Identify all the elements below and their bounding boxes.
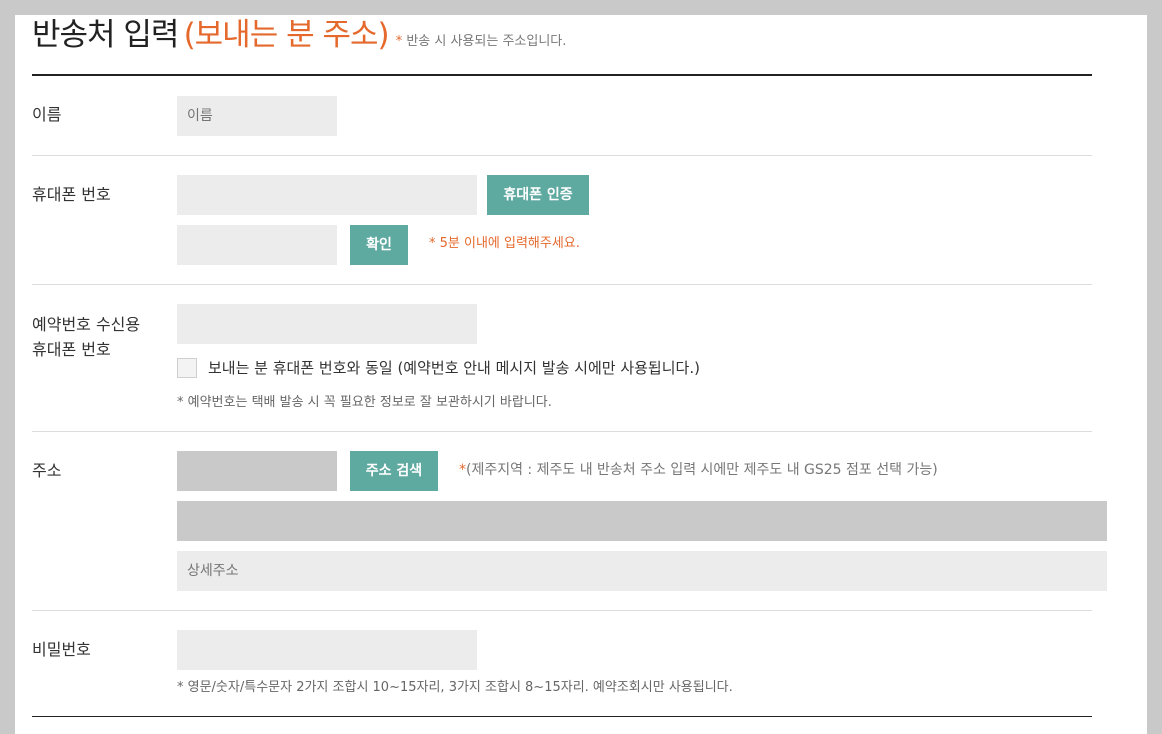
password-label: 비밀번호	[32, 640, 91, 659]
row-divider	[32, 431, 1092, 432]
reservation-phone-label-line2: 휴대폰 번호	[32, 340, 111, 359]
name-label: 이름	[32, 105, 62, 124]
title-note: * 반송 시 사용되는 주소입니다.	[396, 34, 567, 49]
required-star: *	[459, 462, 466, 478]
timer-note: * 5분 이내에 입력해주세요.	[429, 236, 580, 251]
phone-input[interactable]	[177, 175, 477, 215]
reservation-phone-input[interactable]	[177, 304, 477, 344]
same-as-sender-label[interactable]: 보내는 분 휴대폰 번호와 동일 (예약번호 안내 메시지 발송 시에만 사용됩…	[208, 357, 700, 379]
header-divider	[32, 74, 1092, 76]
page-subtitle: (보내는 분 주소)	[183, 17, 390, 53]
reservation-note: * 예약번호는 택배 발송 시 꼭 필요한 정보로 잘 보관하시기 바랍니다.	[177, 395, 552, 410]
same-as-sender-checkbox[interactable]	[177, 358, 197, 378]
jeju-note-text: (제주지역 : 제주도 내 반송처 주소 입력 시에만 제주도 내 GS25 점…	[466, 462, 938, 478]
password-input[interactable]	[177, 630, 477, 670]
postcode-input	[177, 451, 337, 491]
confirm-button[interactable]: 확인	[350, 225, 408, 265]
section-title: 반송처 입력 (보내는 분 주소) * 반송 시 사용되는 주소입니다.	[32, 9, 566, 61]
form-panel: 반송처 입력 (보내는 분 주소) * 반송 시 사용되는 주소입니다. 이름 …	[15, 15, 1147, 734]
phone-verify-button[interactable]: 휴대폰 인증	[487, 175, 589, 215]
verification-code-input[interactable]	[177, 225, 337, 265]
page-title: 반송처 입력	[32, 17, 179, 53]
title-note-text: 반송 시 사용되는 주소입니다.	[406, 34, 567, 49]
form-bottom-divider	[32, 716, 1092, 717]
address-search-button[interactable]: 주소 검색	[350, 451, 438, 491]
password-note: * 영문/숫자/특수문자 2가지 조합시 10~15자리, 3가지 조합시 8~…	[177, 680, 733, 695]
road-address-input	[177, 501, 1107, 541]
phone-label: 휴대폰 번호	[32, 185, 111, 204]
address-label: 주소	[32, 461, 62, 480]
row-divider	[32, 284, 1092, 285]
row-divider	[32, 610, 1092, 611]
name-input[interactable]	[177, 96, 337, 136]
jeju-note: *(제주지역 : 제주도 내 반송처 주소 입력 시에만 제주도 내 GS25 …	[459, 460, 938, 480]
row-divider	[32, 155, 1092, 156]
reservation-phone-label-line1: 예약번호 수신용	[32, 315, 141, 334]
detail-address-input[interactable]	[177, 551, 1107, 591]
required-star: *	[395, 34, 403, 49]
